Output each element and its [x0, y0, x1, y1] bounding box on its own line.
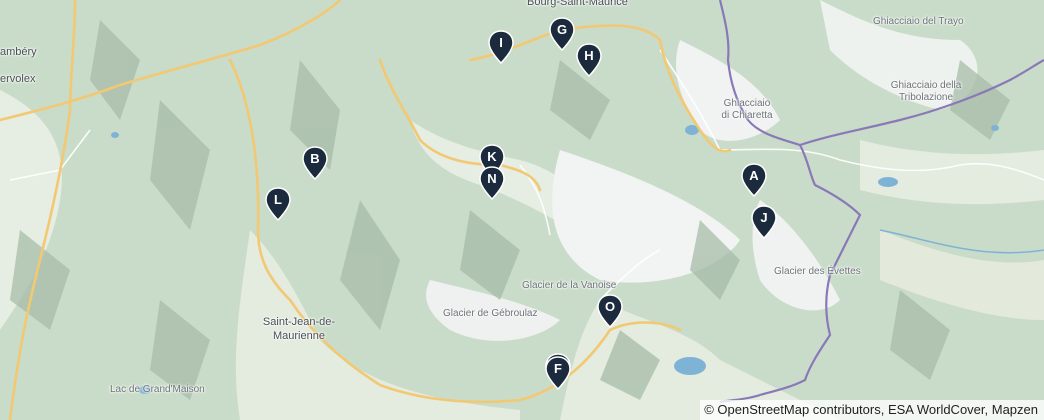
place-label-tribolazione-2: Tribolazione [898, 92, 954, 103]
marker-l[interactable]: L [265, 187, 291, 221]
marker-f[interactable]: F [545, 356, 571, 390]
place-label-ciardoney-2: di Chiaretta [721, 110, 773, 121]
place-label-evettes: Glacier des Évettes [774, 266, 861, 277]
marker-j[interactable]: J [751, 205, 777, 239]
marker-b[interactable]: B [302, 146, 328, 180]
marker-label: H [584, 48, 594, 63]
marker-label: N [487, 171, 497, 186]
place-label-gebroulaz: Glacier de Gébroulaz [443, 308, 538, 319]
marker-label: B [310, 151, 320, 166]
place-label-trayo: Ghiacciaio del Trayo [873, 16, 964, 27]
place-label-ciardoney-1: Ghiacciaio [723, 98, 771, 109]
marker-label: A [749, 168, 759, 183]
marker-label: F [554, 361, 562, 376]
map-attribution[interactable]: © OpenStreetMap contributors, ESA WorldC… [700, 400, 1044, 420]
place-label-bourg: Bourg-Saint-Maurice [527, 0, 628, 8]
marker-label: I [499, 35, 503, 50]
marker-h[interactable]: H [576, 43, 602, 77]
marker-n[interactable]: N [479, 166, 505, 200]
place-label-saint-jean-2: Maurienne [273, 330, 325, 342]
place-label-chambery: ambéry [0, 46, 37, 58]
marker-label: J [760, 210, 768, 225]
place-label-voglans: ervolex [0, 73, 36, 85]
place-label-saint-jean-1: Saint-Jean-de- [262, 316, 336, 328]
place-label-vanoise: Glacier de la Vanoise [522, 280, 617, 291]
map-canvas[interactable]: Bourg-Saint-Maurice ambéry ervolex Ghiac… [0, 0, 1044, 420]
marker-i[interactable]: I [488, 30, 514, 64]
place-label-grand-maison: Lac de Grand'Maison [110, 384, 205, 395]
marker-label: L [274, 192, 282, 207]
place-label-tribolazione-1: Ghiacciaio della [890, 80, 962, 91]
terrain-layer [0, 0, 1044, 420]
marker-label: O [604, 299, 616, 314]
marker-label: G [556, 22, 568, 37]
marker-label: K [487, 149, 497, 164]
marker-a[interactable]: A [741, 163, 767, 197]
marker-g[interactable]: G [549, 17, 575, 51]
marker-o[interactable]: O [597, 294, 623, 328]
